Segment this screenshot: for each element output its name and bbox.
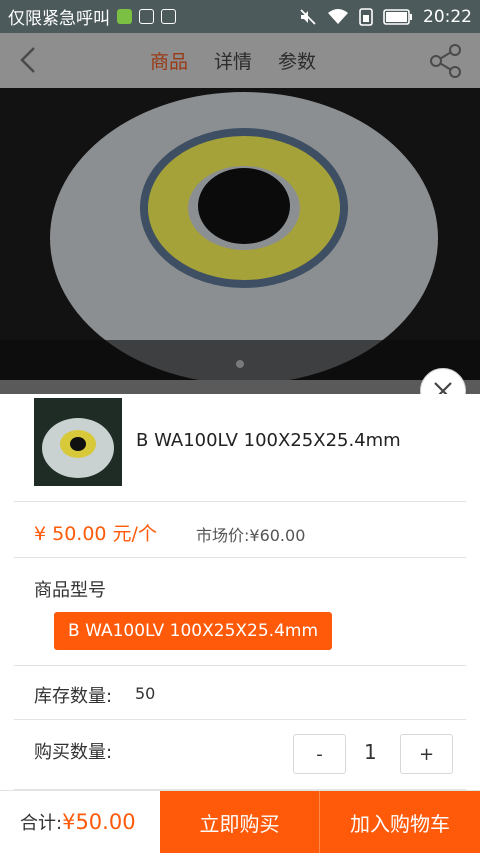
top-toolbar: 商品 详情 参数 [0, 33, 480, 88]
stock-row: 库存数量: 50 [14, 666, 466, 720]
grinding-wheel-thumbnail-icon [34, 398, 122, 486]
model-section: 商品型号 B WA100LV 100X25X25.4mm [14, 558, 466, 666]
model-option-selected[interactable]: B WA100LV 100X25X25.4mm [54, 612, 333, 650]
status-right: 20:22 [299, 7, 472, 27]
total-label: 合计: [20, 813, 63, 834]
market-price: 市场价:¥60.00 [196, 526, 306, 545]
share-icon[interactable] [428, 43, 464, 79]
product-price: ¥ 50.00 元/个 [34, 523, 157, 545]
clock: 20:22 [423, 6, 472, 27]
quantity-increase-button[interactable]: + [400, 734, 453, 774]
sim-icon [359, 7, 373, 26]
status-bar: 仅限紧急呼叫 20:22 [0, 0, 480, 33]
quantity-value[interactable]: 1 [364, 740, 377, 764]
wifi-icon [328, 8, 348, 24]
product-summary: B WA100LV 100X25X25.4mm [14, 394, 466, 502]
quantity-row: 购买数量: - 1 + [14, 720, 466, 790]
quantity-decrease-button[interactable]: - [293, 734, 346, 774]
spec-selection-sheet: B WA100LV 100X25X25.4mm ¥ 50.00 元/个 市场价:… [0, 394, 480, 853]
tab-details[interactable]: 详情 [214, 47, 252, 74]
add-to-cart-button[interactable]: 加入购物车 [320, 791, 480, 853]
image-icon [161, 9, 176, 24]
notification-icon [117, 9, 132, 24]
bottom-action-bar: 合计:¥50.00 立即购买 加入购物车 [0, 790, 480, 853]
model-title: 商品型号 [34, 580, 106, 601]
dim-overlay [0, 380, 480, 394]
grinding-wheel-image [0, 88, 480, 380]
tab-product[interactable]: 商品 [150, 47, 188, 74]
tab-params[interactable]: 参数 [278, 47, 316, 74]
product-name: B WA100LV 100X25X25.4mm [136, 430, 401, 451]
back-chevron-icon[interactable] [14, 45, 42, 75]
mute-icon [300, 8, 316, 25]
upload-icon [139, 9, 154, 24]
buy-now-button[interactable]: 立即购买 [160, 791, 320, 853]
price-row: ¥ 50.00 元/个 市场价:¥60.00 [14, 502, 466, 558]
total-value: ¥50.00 [62, 810, 136, 834]
quantity-label: 购买数量: [34, 742, 113, 763]
stock-value: 50 [135, 684, 156, 703]
stock-label: 库存数量: [34, 686, 113, 707]
battery-icon [383, 8, 412, 25]
carousel-indicator [236, 360, 244, 368]
product-thumbnail [34, 398, 122, 486]
product-image-carousel[interactable] [0, 88, 480, 380]
status-left: 仅限紧急呼叫 [8, 4, 176, 29]
tab-bar: 商品 详情 参数 [150, 33, 316, 88]
total-price: 合计:¥50.00 [20, 809, 136, 835]
carrier-text: 仅限紧急呼叫 [8, 9, 110, 29]
